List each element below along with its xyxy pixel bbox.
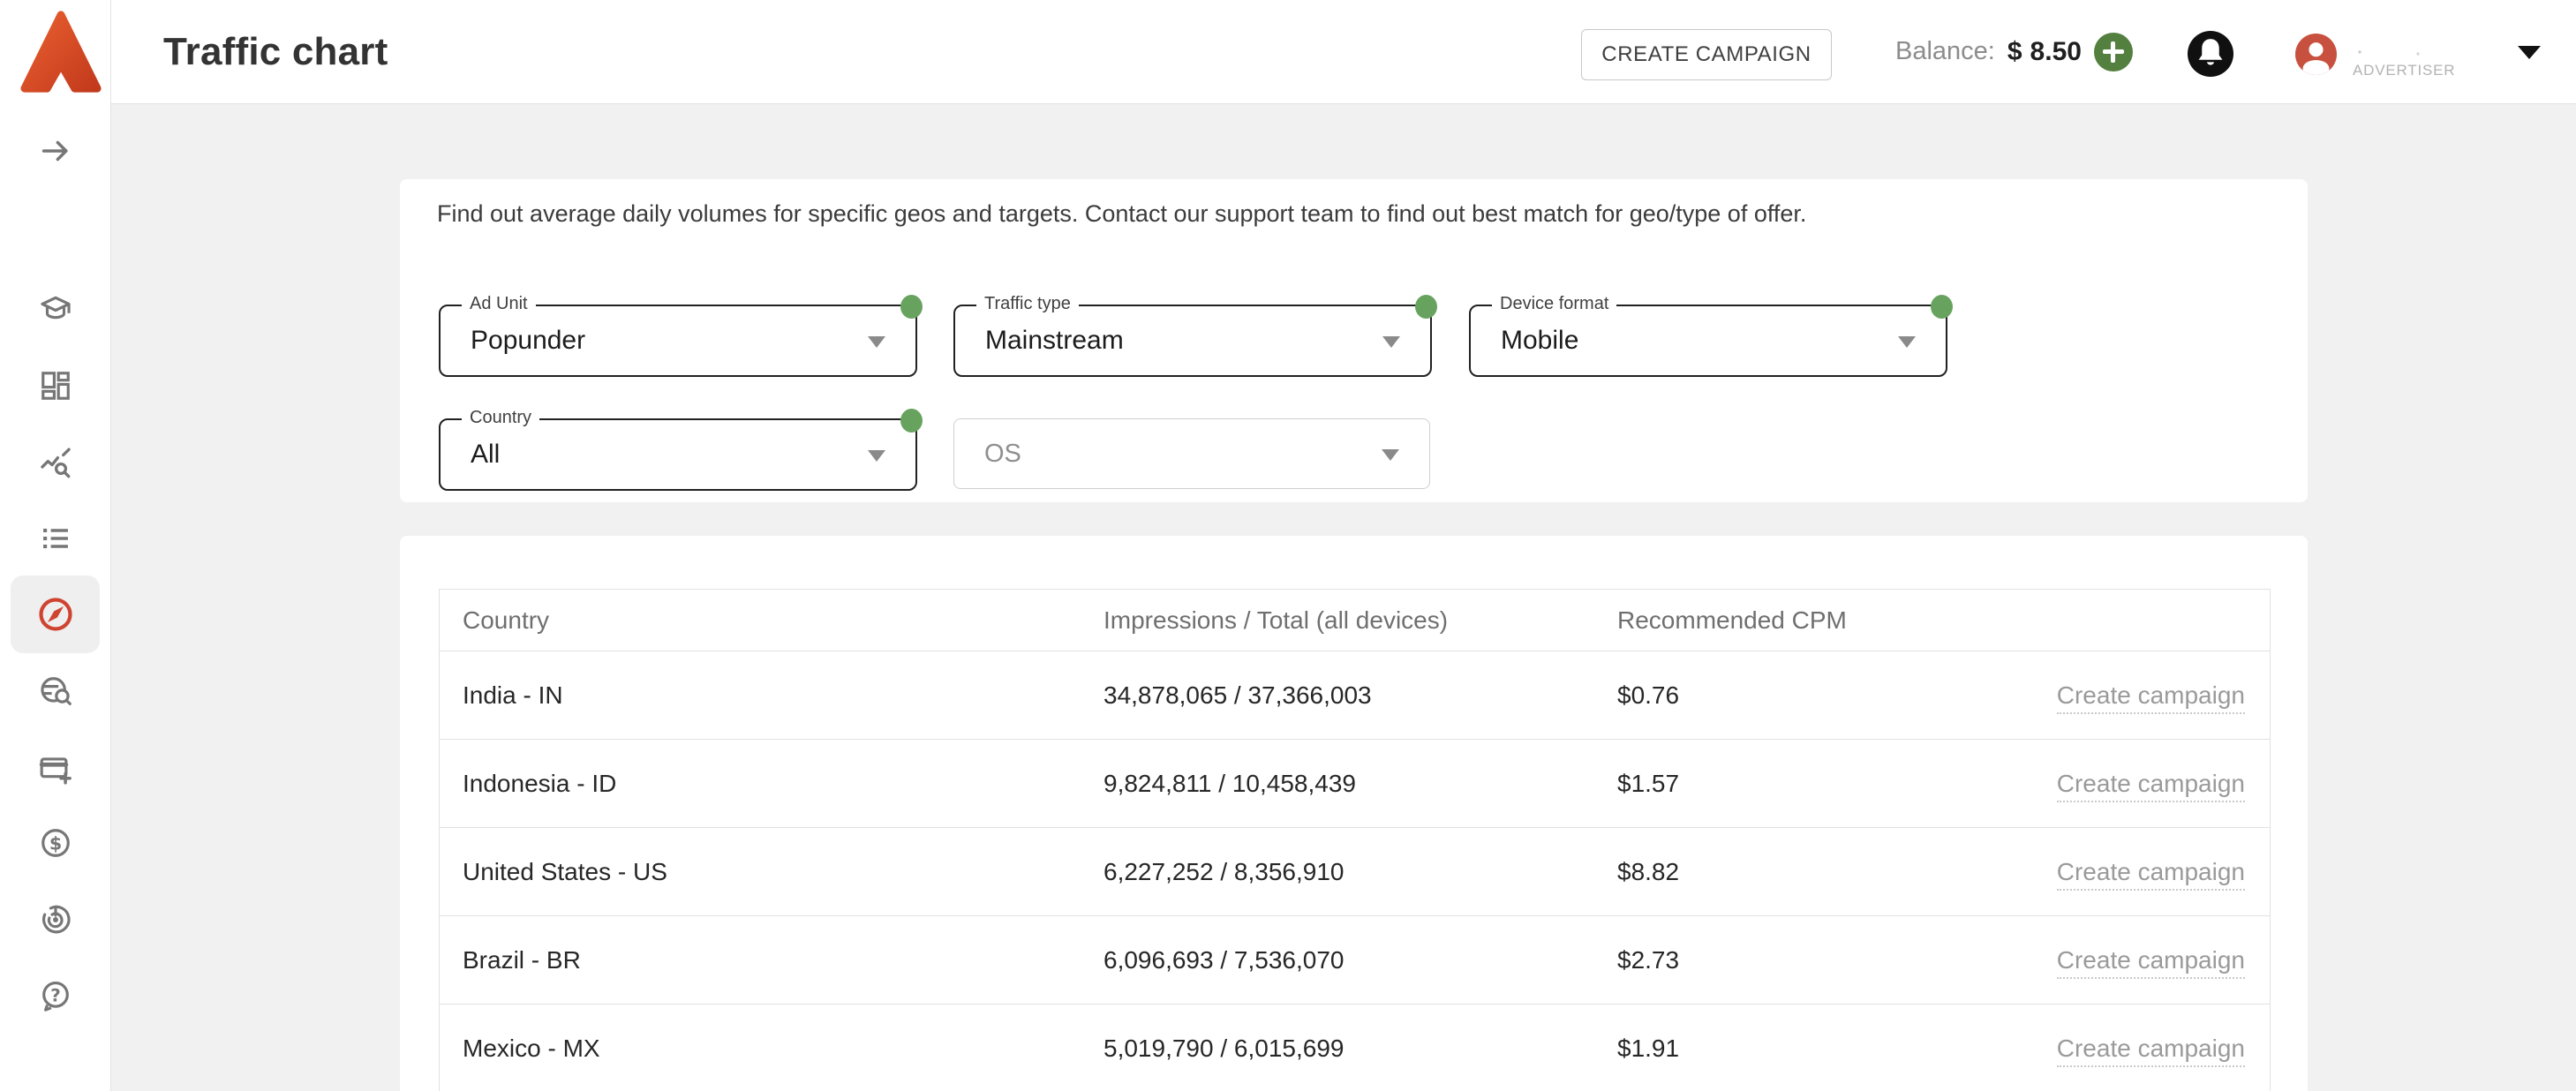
traffic-type-value: Mainstream <box>985 306 1124 375</box>
active-filter-dot <box>1415 295 1437 319</box>
svg-text:?: ? <box>50 985 60 1005</box>
cell-country: United States - US <box>440 858 1103 886</box>
sidebar-item-education[interactable] <box>39 292 72 326</box>
cell-impressions: 6,227,252 / 8,356,910 <box>1103 858 1617 886</box>
sidebar-item-finance[interactable]: $ <box>39 826 72 860</box>
country-value: All <box>471 420 500 489</box>
sidebar-item-traffic-chart[interactable] <box>36 595 75 634</box>
create-campaign-link[interactable]: Create campaign <box>2057 946 2245 979</box>
chevron-down-icon <box>1898 336 1916 348</box>
table-row: Brazil - BR 6,096,693 / 7,536,070 $2.73 … <box>440 915 2270 1004</box>
table-row: United States - US 6,227,252 / 8,356,910… <box>440 827 2270 915</box>
user-avatar[interactable] <box>2295 34 2337 75</box>
cell-country: Indonesia - ID <box>440 770 1103 798</box>
sidebar-expand-button[interactable] <box>39 134 72 168</box>
balance-label: Balance: <box>1895 37 1995 66</box>
sidebar-item-help[interactable]: ? <box>39 979 72 1012</box>
top-header: Traffic chart CREATE CAMPAIGN Balance: $… <box>110 0 2576 104</box>
device-format-select[interactable]: Device format Mobile <box>1469 305 1947 377</box>
traffic-chart-page: $ ? Traffic chart CREATE CA <box>0 0 2576 1091</box>
notifications-bell-icon[interactable] <box>2188 31 2233 77</box>
svg-text:$: $ <box>49 832 62 854</box>
cell-action: Create campaign <box>1997 858 2270 886</box>
cell-country: Mexico - MX <box>440 1035 1103 1063</box>
cell-cpm: $2.73 <box>1617 946 1997 974</box>
chevron-down-icon <box>868 336 885 348</box>
sidebar-item-tracking[interactable] <box>39 674 72 708</box>
create-campaign-button[interactable]: CREATE CAMPAIGN <box>1581 29 1832 80</box>
col-header-country: Country <box>440 606 1103 635</box>
traffic-type-select[interactable]: Traffic type Mainstream <box>953 305 1432 377</box>
cell-cpm: $1.57 <box>1617 770 1997 798</box>
add-funds-plus-icon[interactable] <box>2094 33 2133 71</box>
balance-widget: Balance: $ 8.50 <box>1895 0 2133 103</box>
os-placeholder: OS <box>984 419 1021 488</box>
cell-action: Create campaign <box>1997 1035 2270 1063</box>
cell-action: Create campaign <box>1997 946 2270 974</box>
sidebar-item-goals[interactable] <box>39 903 72 937</box>
cell-cpm: $0.76 <box>1617 681 1997 710</box>
active-filter-dot <box>900 409 923 433</box>
active-filter-dot <box>1931 295 1953 319</box>
create-campaign-link[interactable]: Create campaign <box>2057 770 2245 802</box>
page-title: Traffic chart <box>163 0 388 103</box>
adsterra-logo-icon[interactable] <box>18 9 104 95</box>
ad-unit-select[interactable]: Ad Unit Popunder <box>439 305 917 377</box>
sidebar-item-dashboard[interactable] <box>39 369 72 403</box>
active-filter-dot <box>900 295 923 319</box>
create-campaign-link[interactable]: Create campaign <box>2057 681 2245 714</box>
col-header-cpm: Recommended CPM <box>1617 606 1997 635</box>
chevron-down-icon <box>868 450 885 462</box>
cell-cpm: $8.82 <box>1617 858 1997 886</box>
chevron-down-icon <box>1382 449 1399 461</box>
chevron-down-icon <box>1382 336 1400 348</box>
cell-impressions: 5,019,790 / 6,015,699 <box>1103 1035 1617 1063</box>
main-content: Find out average daily volumes for speci… <box>110 103 2576 1091</box>
table-row: Mexico - MX 5,019,790 / 6,015,699 $1.91 … <box>440 1004 2270 1091</box>
table-row: India - IN 34,878,065 / 37,366,003 $0.76… <box>440 651 2270 739</box>
table-header-row: Country Impressions / Total (all devices… <box>440 590 2270 651</box>
traffic-table-card: Country Impressions / Total (all devices… <box>400 536 2308 1091</box>
balance-amount: $ 8.50 <box>2007 37 2082 67</box>
sidebar: $ ? <box>0 0 111 1091</box>
cell-action: Create campaign <box>1997 681 2270 710</box>
ad-unit-value: Popunder <box>471 306 585 375</box>
sidebar-item-campaigns-list[interactable] <box>39 522 72 555</box>
cell-impressions: 9,824,811 / 10,458,439 <box>1103 770 1617 798</box>
user-name <box>2353 46 2437 58</box>
cell-country: Brazil - BR <box>440 946 1103 974</box>
cell-country: India - IN <box>440 681 1103 710</box>
device-format-value: Mobile <box>1501 306 1578 375</box>
sidebar-item-statistics[interactable] <box>39 447 72 480</box>
user-menu-caret-icon[interactable] <box>2518 46 2541 59</box>
sidebar-item-add-funds[interactable] <box>39 752 72 786</box>
balance-currency: $ <box>2007 37 2022 67</box>
cell-impressions: 34,878,065 / 37,366,003 <box>1103 681 1617 710</box>
create-campaign-link[interactable]: Create campaign <box>2057 858 2245 891</box>
country-select[interactable]: Country All <box>439 418 917 491</box>
col-header-impressions: Impressions / Total (all devices) <box>1103 606 1617 635</box>
filters-card: Find out average daily volumes for speci… <box>400 179 2308 502</box>
cell-cpm: $1.91 <box>1617 1035 1997 1063</box>
cell-impressions: 6,096,693 / 7,536,070 <box>1103 946 1617 974</box>
cell-action: Create campaign <box>1997 770 2270 798</box>
traffic-table: Country Impressions / Total (all devices… <box>439 589 2271 1091</box>
user-role-label: ADVERTISER <box>2353 62 2455 79</box>
create-campaign-link[interactable]: Create campaign <box>2057 1035 2245 1067</box>
filters-description: Find out average daily volumes for speci… <box>437 200 1806 228</box>
balance-value: 8.50 <box>2030 37 2082 67</box>
os-select[interactable]: OS <box>953 418 1430 489</box>
table-row: Indonesia - ID 9,824,811 / 10,458,439 $1… <box>440 739 2270 827</box>
